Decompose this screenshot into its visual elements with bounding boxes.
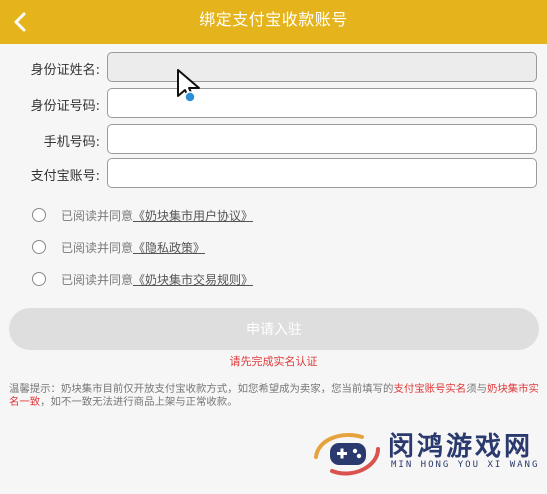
phone-field[interactable] bbox=[107, 124, 537, 154]
verification-warning: 请先完成实名认证 bbox=[229, 355, 318, 368]
form-row-alipay: 支付宝账号: bbox=[0, 158, 547, 188]
id-number-field[interactable] bbox=[107, 88, 537, 118]
agreement-radio[interactable] bbox=[32, 272, 46, 286]
app-header: 绑定支付宝收款账号 bbox=[0, 0, 547, 44]
watermark-title: 闵鸿游戏网 bbox=[388, 432, 534, 462]
mouse-cursor-icon bbox=[177, 69, 200, 103]
user-protocol-link[interactable]: 《奶块集市用户协议》 bbox=[133, 209, 253, 223]
tips-text: 温馨提示：奶块集市目前仅开放支付宝收款方式，如您希望成为卖家，您当前填写的支付宝… bbox=[9, 383, 539, 408]
form-row-id-number: 身份证号码: bbox=[0, 88, 547, 118]
field-label-id-number: 身份证号码: bbox=[30, 99, 100, 114]
form-row-phone: 手机号码: bbox=[0, 124, 547, 154]
watermark-logo-icon bbox=[314, 433, 380, 476]
watermark-subtitle: MIN HONG YOU XI WANG bbox=[391, 460, 540, 470]
agreement-text: 已阅读并同意《奶块集市交易规则》 bbox=[61, 273, 254, 287]
agreement-radio[interactable] bbox=[32, 240, 46, 254]
field-label-phone: 手机号码: bbox=[43, 135, 100, 150]
page-title: 绑定支付宝收款账号 bbox=[199, 10, 348, 29]
field-label-alipay: 支付宝账号: bbox=[30, 169, 100, 184]
form-row-name: 身份证姓名: bbox=[0, 52, 547, 82]
agreement-radio[interactable] bbox=[32, 208, 46, 222]
privacy-policy-link[interactable]: 《隐私政策》 bbox=[133, 241, 205, 255]
alipay-account-field[interactable] bbox=[107, 158, 537, 188]
agreement-text: 已阅读并同意《隐私政策》 bbox=[61, 241, 206, 255]
apply-button[interactable]: 申请入驻 bbox=[9, 308, 539, 350]
id-name-field[interactable] bbox=[107, 52, 537, 82]
field-label-name: 身份证姓名: bbox=[30, 63, 100, 78]
trade-rules-link[interactable]: 《奶块集市交易规则》 bbox=[133, 273, 253, 287]
agreement-text: 已阅读并同意《奶块集市用户协议》 bbox=[61, 209, 254, 223]
